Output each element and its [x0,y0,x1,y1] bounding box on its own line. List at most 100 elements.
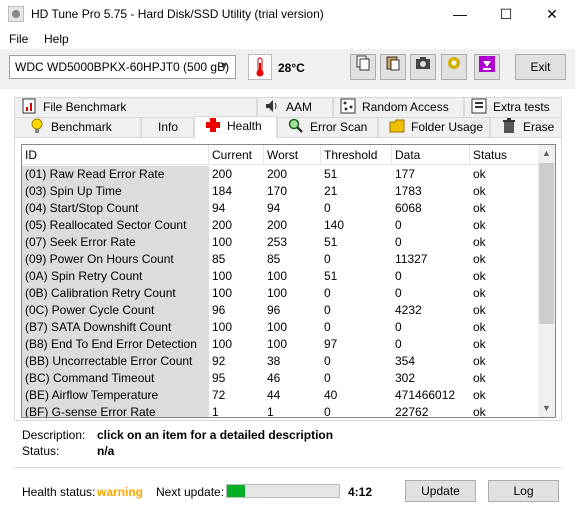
column-header-current[interactable]: Current [209,145,264,165]
cell-status: ok [473,218,486,232]
table-row[interactable]: (05) Reallocated Sector Count 200 200 140 0 o… [22,217,542,234]
screenshot-button[interactable] [410,54,436,80]
tab-error-scan[interactable]: Error Scan [277,117,378,137]
cell-data: 0 [395,320,402,334]
column-header-worst[interactable]: Worst [264,145,321,165]
cell-status: ok [473,320,486,334]
exit-button[interactable]: Exit [515,54,566,80]
table-row[interactable]: (0A) Spin Retry Count 100 100 51 0 ok [22,268,542,285]
copy-button[interactable] [350,54,376,80]
tab-label: Benchmark [51,120,112,134]
cell-id: (05) Reallocated Sector Count [22,217,209,234]
file-benchmark-icon [21,98,37,114]
settings-icon [446,57,462,74]
update-button[interactable]: Update [405,480,476,502]
cell-worst: 200 [267,167,288,181]
cell-status: ok [473,337,486,351]
vertical-scrollbar[interactable]: ▲ ▼ [538,145,555,417]
temperature-value: 28°C [278,61,305,75]
app-icon [8,6,24,22]
table-row[interactable]: (B7) SATA Downshift Count 100 100 0 0 ok [22,319,542,336]
scroll-up-icon[interactable]: ▲ [538,145,555,162]
cell-current: 100 [212,320,233,334]
table-row[interactable]: (01) Raw Read Error Rate 200 200 51 177 ok [22,166,542,183]
cell-status: ok [473,184,486,198]
table-row[interactable]: (07) Seek Error Rate 100 253 51 0 ok [22,234,542,251]
cell-current: 100 [212,269,233,283]
cell-threshold: 0 [324,405,331,418]
benchmark-icon [29,118,45,134]
download-icon [478,56,496,76]
maximize-button[interactable]: ☐ [483,0,529,28]
table-row[interactable]: (BF) G-sense Error Rate 1 1 0 22762 ok [22,404,542,418]
cell-threshold: 21 [324,184,338,198]
drive-select[interactable]: WDC WD5000BPKX-60HPJT0 (500 gB) ▼ [9,55,236,79]
log-button[interactable]: Log [488,480,559,502]
cell-current: 94 [212,201,226,215]
cell-id: (BC) Command Timeout [22,370,209,387]
table-row[interactable]: (BE) Airflow Temperature 72 44 40 471466012 o… [22,387,542,404]
tab-label: Folder Usage [411,120,484,134]
health-panel: ID Current Worst Threshold Data Status (… [14,137,562,421]
tab-label: Info [158,120,179,134]
cell-data: 6068 [395,201,422,215]
cell-threshold: 51 [324,269,338,283]
scrollbar-thumb[interactable] [539,163,554,324]
close-button[interactable]: ✕ [529,0,575,28]
table-row[interactable]: (04) Start/Stop Count 94 94 0 6068 ok [22,200,542,217]
table-row[interactable]: (B8) End To End Error Detection 100 100 97 0… [22,336,542,353]
menu-bar: File Help [0,29,575,49]
update-progress-bar [226,484,340,498]
progress-fill [227,485,245,497]
table-row[interactable]: (0C) Power Cycle Count 96 96 0 4232 ok [22,302,542,319]
tab-extra-tests[interactable]: Extra tests [464,97,562,117]
tab-random-access[interactable]: Random Access [333,97,464,117]
description-value: click on an item for a detailed descript… [97,428,334,442]
menu-help[interactable]: Help [44,32,69,46]
scroll-down-icon[interactable]: ▼ [538,400,555,417]
tab-row-bottom: Benchmark Info Health Error Scan Folder … [14,116,562,138]
table-row[interactable]: (09) Power On Hours Count 85 85 0 11327 ok [22,251,542,268]
cell-worst: 1 [267,405,274,418]
tab-benchmark[interactable]: Benchmark [14,117,141,137]
copy-icon [355,55,371,74]
tab-aam[interactable]: AAM [257,97,333,117]
tab-info[interactable]: Info [141,117,194,137]
column-header-threshold[interactable]: Threshold [321,145,392,165]
table-row[interactable]: (03) Spin Up Time 184 170 21 1783 ok [22,183,542,200]
cell-current: 85 [212,252,226,266]
paste-button[interactable] [380,54,406,80]
cell-worst: 94 [267,201,281,215]
cell-current: 100 [212,235,233,249]
cell-threshold: 0 [324,371,331,385]
cell-id: (03) Spin Up Time [22,183,209,200]
tab-row-top: File Benchmark AAM Random Access Extra t… [14,97,562,117]
save-button[interactable] [474,54,500,80]
next-update-label: Next update: [156,485,225,499]
tab-health[interactable]: Health [194,116,277,138]
cell-current: 100 [212,286,233,300]
options-button[interactable] [441,54,467,80]
tab-folder-usage[interactable]: Folder Usage [378,117,490,137]
cell-id: (01) Raw Read Error Rate [22,166,209,183]
cell-worst: 46 [267,371,281,385]
tab-label: AAM [286,100,313,114]
drive-select-value: WDC WD5000BPKX-60HPJT0 (500 gB) [15,60,230,74]
cell-id: (09) Power On Hours Count [22,251,209,268]
smart-table[interactable]: ID Current Worst Threshold Data Status (… [21,144,556,418]
column-header-status[interactable]: Status [470,145,542,165]
random-access-icon [340,98,356,114]
cell-worst: 96 [267,303,281,317]
description-label: Description: [22,428,86,442]
tab-erase[interactable]: Erase [490,117,562,137]
cell-current: 95 [212,371,226,385]
table-row[interactable]: (BB) Uncorrectable Error Count 92 38 0 354 ok [22,353,542,370]
column-header-data[interactable]: Data [392,145,470,165]
minimize-button[interactable]: — [437,0,483,28]
table-row[interactable]: (BC) Command Timeout 95 46 0 302 ok [22,370,542,387]
tab-file-benchmark[interactable]: File Benchmark [14,97,257,117]
folder-icon [389,118,405,134]
table-row[interactable]: (0B) Calibration Retry Count 100 100 0 0 ok [22,285,542,302]
column-header-id[interactable]: ID [22,145,209,165]
menu-file[interactable]: File [9,32,28,46]
